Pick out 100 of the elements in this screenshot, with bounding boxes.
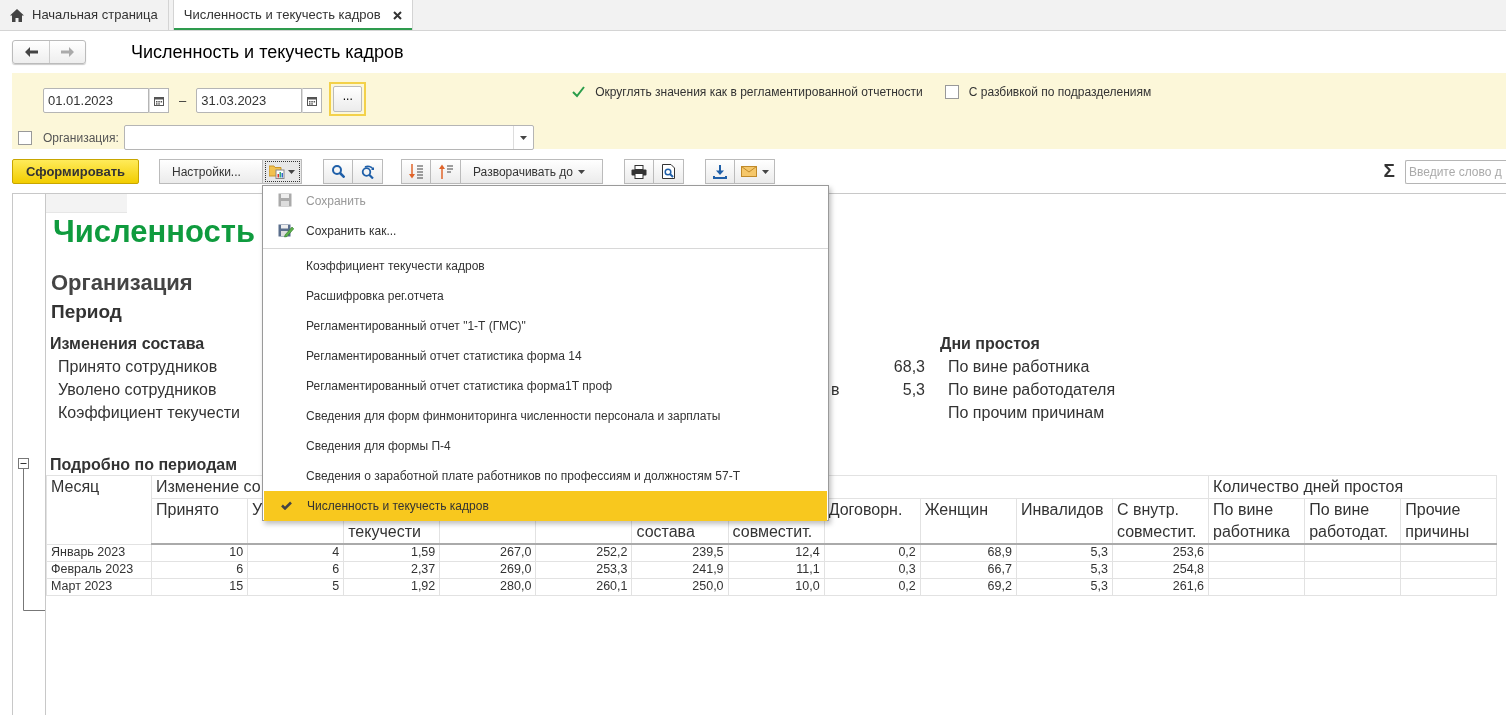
column-header: Прочие причины (1400, 498, 1497, 544)
checkbox-label: Округлять значения как в регламентированной отчетности (595, 84, 923, 101)
table-cell: 11,1 (728, 561, 825, 578)
table-cell: 239,5 (631, 544, 729, 561)
checkmark-icon (281, 501, 292, 510)
caret-icon (288, 169, 295, 174)
menu-item[interactable]: Регламентированный отчет "1-Т (ГМС)" (263, 311, 828, 341)
email-button[interactable] (735, 159, 775, 184)
menu-item[interactable]: Регламентированный отчет статистика форма1Т проф (263, 371, 828, 401)
calendar-button[interactable] (149, 88, 169, 113)
search-icon (331, 165, 345, 178)
settings-button[interactable]: Настройки... (159, 159, 263, 184)
summary-value: 5,3 (902, 379, 925, 400)
printer-icon (631, 164, 647, 179)
table-cell: 6 (151, 561, 248, 578)
calendar-icon (307, 95, 318, 106)
generate-button[interactable]: Сформировать (12, 159, 139, 184)
column-header: По вине работодат. (1304, 498, 1401, 544)
table-cell: 267,0 (439, 544, 536, 561)
page-title: Численность и текучесть кадров (131, 40, 404, 64)
table-cell: 66,7 (920, 561, 1017, 578)
report-title: Численность (53, 214, 256, 250)
find-next-button[interactable] (353, 159, 383, 184)
sum-icon[interactable]: Σ (1383, 157, 1395, 186)
menu-item[interactable]: Сведения для форм финмониторинга численности персонала и зарплаты (263, 401, 828, 431)
expand-button[interactable]: Разворачивать до (461, 159, 603, 184)
sort-down-icon (409, 164, 423, 179)
date-field[interactable]: 01.01.2023 (43, 88, 149, 113)
table-cell: 1,59 (343, 544, 440, 561)
download-icon (713, 164, 727, 179)
checkmark-icon (571, 86, 585, 98)
summary-label: По вине работника (947, 356, 1090, 377)
checkbox[interactable] (571, 85, 586, 99)
date-field[interactable]: 31.03.2023 (196, 88, 303, 113)
tab[interactable]: Численность и текучесть кадров (172, 0, 413, 30)
caret-icon (578, 169, 585, 174)
preview-button[interactable] (654, 159, 684, 184)
variants-button[interactable] (263, 159, 302, 184)
tab[interactable]: Начальная страница (0, 0, 169, 30)
column-header: Женщин (920, 498, 1017, 544)
sort-ascending-button[interactable] (431, 159, 461, 184)
checkbox[interactable] (18, 130, 32, 145)
summary-label: Уволено сотрудников (57, 379, 217, 400)
collapse-toggle-icon[interactable] (18, 458, 29, 469)
column-header: По вине работника (1208, 498, 1305, 544)
date-range-dash: – (179, 91, 187, 110)
download-button[interactable] (705, 159, 735, 184)
table-cell: 12,4 (728, 544, 825, 561)
table-cell: 252,2 (535, 544, 632, 561)
calendar-button[interactable] (302, 88, 323, 113)
table-cell: 5,3 (1016, 578, 1113, 595)
table-cell: 254,8 (1112, 561, 1209, 578)
table-cell: 5,3 (1016, 561, 1113, 578)
search-next-icon (360, 164, 375, 179)
menu-item[interactable]: Численность и текучесть кадров (264, 491, 827, 521)
table-cell: 250,0 (631, 578, 729, 595)
table-cell: 269,0 (439, 561, 536, 578)
checkbox-label: С разбивкой по подразделениям (968, 84, 1152, 101)
home-icon (10, 8, 24, 22)
checkbox[interactable] (944, 85, 959, 99)
field-label: Организация: (43, 129, 119, 147)
table-cell: 10,0 (728, 578, 825, 595)
table-cell: 10 (151, 544, 248, 561)
table-cell: 69,2 (920, 578, 1017, 595)
search-field[interactable]: Введите слово д (1405, 159, 1506, 184)
menu-item[interactable]: Расшифровка рег.отчета (263, 281, 828, 311)
print-button[interactable] (624, 159, 654, 184)
report-heading: Организация (51, 269, 193, 297)
table-cell: 68,9 (920, 544, 1017, 561)
search-button[interactable] (323, 159, 353, 184)
table-cell: 5,3 (1016, 544, 1113, 561)
column-header: Инвалидов (1016, 498, 1113, 544)
menu-item[interactable]: Сведения для формы П-4 (263, 431, 828, 461)
summary-value: 68,3 (893, 356, 925, 377)
summary-label: в (830, 379, 840, 400)
table-cell: 260,1 (535, 578, 632, 595)
column-header: С внутр. совместит. (1112, 498, 1209, 544)
table-cell: 0,2 (824, 544, 921, 561)
column-header: Принято (151, 498, 248, 544)
menu-item[interactable]: Коэффициент текучести кадров (263, 251, 828, 281)
table-cell: 0,3 (824, 561, 921, 578)
close-icon[interactable] (392, 10, 402, 20)
column-group-header: Количество дней простоя (1208, 475, 1497, 499)
table-cell: 0,2 (824, 578, 921, 595)
table-cell: 253,3 (535, 561, 632, 578)
menu-item[interactable]: Регламентированный отчет статистика форма 14 (263, 341, 828, 371)
table-cell: 2,37 (343, 561, 440, 578)
table-cell: 1,92 (343, 578, 440, 595)
summary-label: По прочим причинам (947, 402, 1105, 423)
summary-label: Коэффициент текучести (57, 402, 240, 423)
period-button[interactable]: ... (333, 86, 363, 112)
table-cell: 15 (151, 578, 248, 595)
caret-icon (761, 169, 769, 174)
sort-descending-button[interactable] (401, 159, 431, 184)
organization-field[interactable] (123, 125, 534, 150)
column-header: Месяц (46, 475, 152, 544)
floppy-pencil-icon (278, 223, 294, 238)
menu-item[interactable]: Сохранить как... (263, 216, 828, 246)
table-cell: 6 (247, 561, 344, 578)
section-heading: Изменения состава (49, 333, 205, 354)
